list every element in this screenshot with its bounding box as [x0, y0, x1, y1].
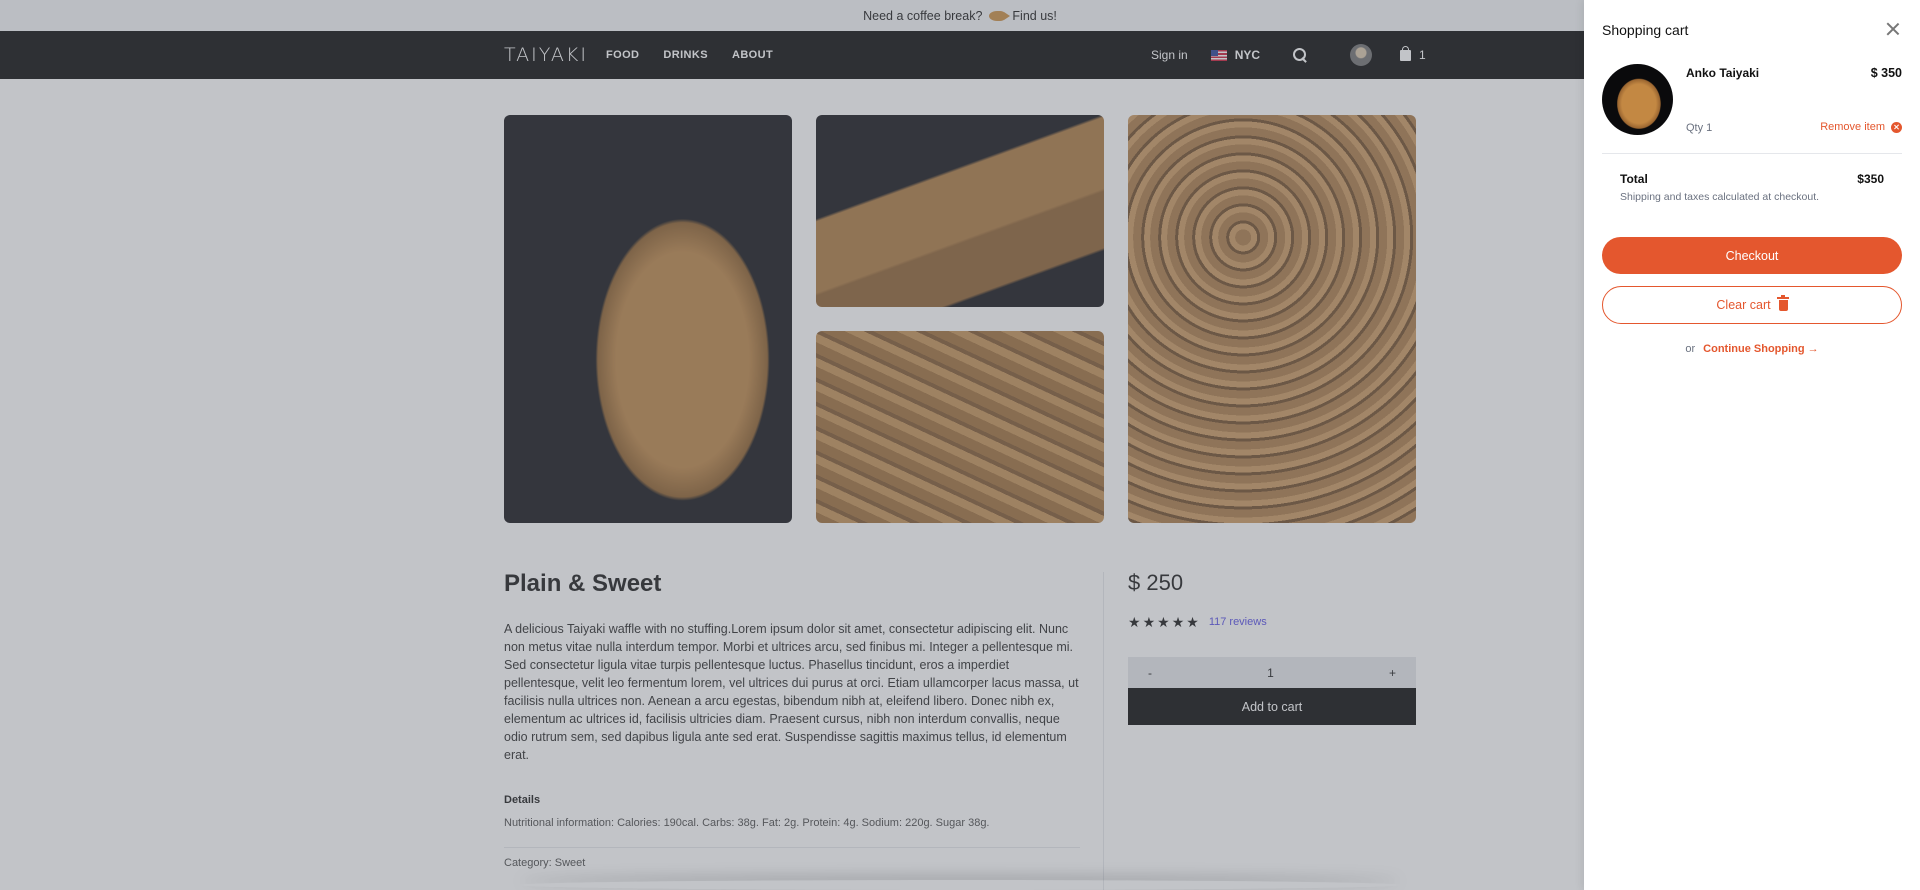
- cart-item-price: $ 350: [1870, 66, 1902, 80]
- cart-item-name[interactable]: Anko Taiyaki: [1686, 66, 1759, 80]
- checkout-button[interactable]: Checkout: [1602, 237, 1902, 274]
- remove-item-button[interactable]: Remove item: [1820, 121, 1902, 133]
- trash-icon: [1777, 295, 1790, 311]
- remove-item-label: Remove item: [1820, 121, 1885, 133]
- total-label: Total: [1620, 172, 1648, 186]
- clear-cart-button[interactable]: Clear cart: [1602, 286, 1902, 324]
- cart-drawer: Shopping cart Anko Taiyaki $ 350 Qty 1 R…: [1584, 0, 1920, 890]
- continue-shopping-label: Continue Shopping: [1703, 343, 1805, 355]
- clear-cart-label: Clear cart: [1716, 298, 1771, 312]
- or-text: or: [1685, 343, 1696, 355]
- shipping-note: Shipping and taxes calculated at checkou…: [1620, 191, 1820, 203]
- continue-row: or Continue Shopping →: [1584, 343, 1920, 355]
- cart-divider: [1602, 153, 1902, 154]
- cart-item-image: [1602, 64, 1673, 135]
- close-icon[interactable]: [1886, 22, 1900, 36]
- total-value: $350: [1857, 172, 1884, 186]
- cart-item-qty: Qty 1: [1686, 122, 1713, 134]
- continue-shopping-link[interactable]: Continue Shopping →: [1703, 343, 1818, 355]
- modal-overlay[interactable]: [0, 0, 1584, 890]
- arrow-right-icon: →: [1807, 343, 1819, 355]
- cart-title: Shopping cart: [1602, 22, 1689, 38]
- x-circle-icon: [1891, 121, 1902, 133]
